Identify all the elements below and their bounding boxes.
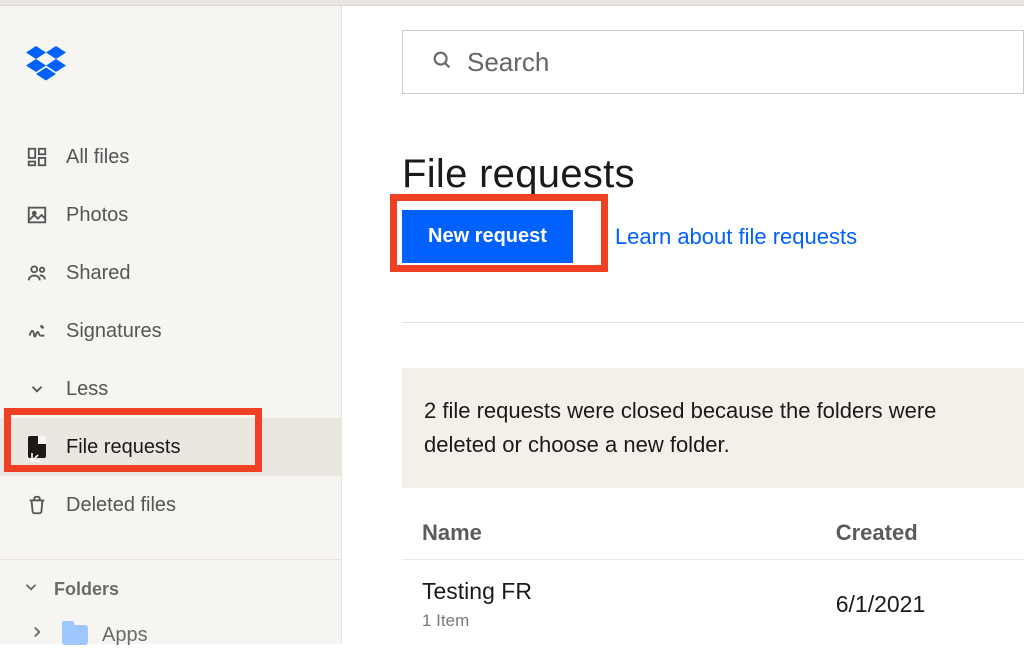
row-created: 6/1/2021 [836, 591, 1004, 618]
sidebar-item-signatures[interactable]: Signatures [0, 302, 342, 360]
sidebar-item-file-requests[interactable]: File requests [0, 418, 342, 476]
sidebar-item-label: Less [66, 378, 108, 401]
section-divider [402, 322, 1024, 323]
sidebar-folder-apps[interactable]: Apps [0, 623, 342, 647]
sidebar: All files Photos Shared Signatures Less [0, 6, 342, 644]
trash-icon [26, 494, 48, 516]
search-icon [431, 49, 453, 76]
column-created[interactable]: Created [836, 520, 1004, 546]
chevron-down-icon [26, 378, 48, 400]
sidebar-item-all-files[interactable]: All files [0, 128, 342, 186]
sidebar-item-label: Signatures [66, 320, 162, 343]
folders-label: Folders [54, 579, 119, 600]
page-title: File requests [402, 152, 635, 197]
image-icon [26, 204, 48, 226]
page-actions: New request Learn about file requests [402, 210, 857, 263]
chevron-down-icon [22, 578, 40, 601]
grid-icon [26, 146, 48, 168]
sidebar-folders-section: Folders Apps [0, 559, 342, 647]
sidebar-item-less[interactable]: Less [0, 360, 342, 418]
sidebar-item-photos[interactable]: Photos [0, 186, 342, 244]
sidebar-item-shared[interactable]: Shared [0, 244, 342, 302]
search-input[interactable] [467, 47, 967, 78]
row-name: Testing FR [422, 578, 836, 605]
folder-label: Apps [102, 624, 148, 647]
sidebar-folders-toggle[interactable]: Folders [0, 578, 342, 601]
column-name[interactable]: Name [422, 520, 836, 546]
sidebar-item-label: All files [66, 146, 129, 169]
chevron-right-icon [28, 623, 46, 647]
folder-icon [62, 625, 88, 645]
new-request-button[interactable]: New request [402, 210, 573, 263]
sidebar-nav: All files Photos Shared Signatures Less [0, 128, 342, 534]
file-request-icon [26, 436, 48, 458]
signature-icon [26, 320, 48, 342]
sidebar-item-label: Shared [66, 262, 131, 285]
sidebar-item-label: Photos [66, 204, 128, 227]
learn-about-link[interactable]: Learn about file requests [615, 224, 857, 250]
sidebar-item-label: File requests [66, 436, 181, 459]
sidebar-item-deleted-files[interactable]: Deleted files [0, 476, 342, 534]
dropbox-logo[interactable] [26, 46, 66, 82]
table-row[interactable]: Testing FR 1 Item 6/1/2021 [402, 559, 1024, 653]
row-subtitle: 1 Item [422, 611, 836, 631]
people-icon [26, 262, 48, 284]
main-content: File requests New request Learn about fi… [342, 6, 1024, 644]
search-box[interactable] [402, 30, 1024, 94]
table-header: Name Created [402, 506, 1024, 564]
closed-requests-notice: 2 file requests were closed because the … [402, 368, 1024, 488]
sidebar-item-label: Deleted files [66, 494, 176, 517]
